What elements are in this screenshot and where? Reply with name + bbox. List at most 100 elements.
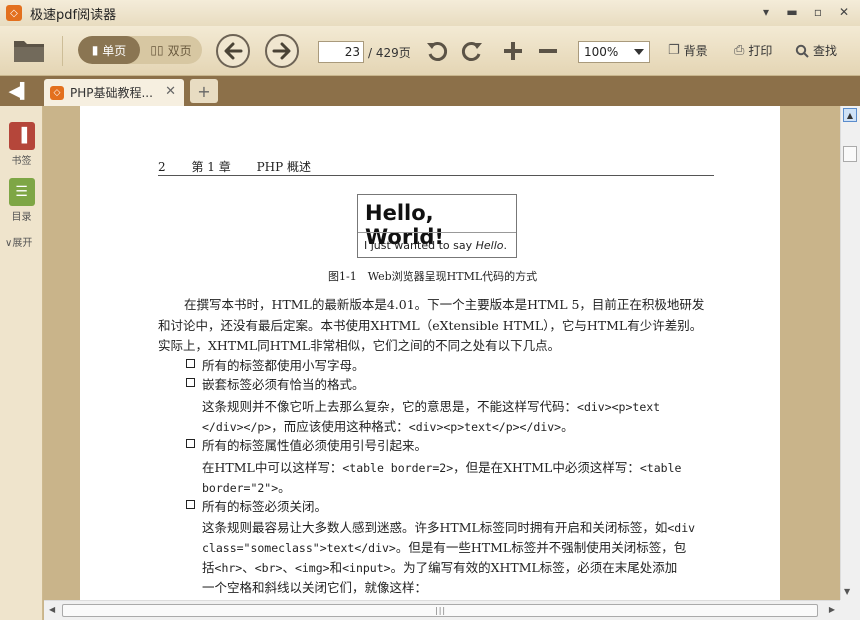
tab-bar: ◀▍ ◇ PHP基础教程... ✕ +: [0, 76, 860, 106]
figure-rule: [358, 232, 516, 233]
vertical-scrollbar[interactable]: ▲ ▼: [840, 106, 860, 600]
close-tab-icon[interactable]: ✕: [165, 84, 176, 99]
figure-caption: 图1-1 Web浏览器呈现HTML代码的方式: [328, 270, 538, 283]
window-controls: ▾ ▬ ▫ ✕: [756, 3, 854, 21]
chevron-down-icon: [634, 49, 644, 55]
bullet-text: 嵌套标签必须有恰当的格式。: [202, 377, 365, 392]
title-bar: ◇ 极速pdf阅读器 ▾ ▬ ▫ ✕: [0, 0, 860, 26]
bullet-detail-line: 一个空格和斜线以关闭它们，就像这样：: [202, 580, 428, 595]
bullet-detail-line: </div></p>，而应该使用这种格式：<div><p>text</p></d…: [202, 419, 574, 434]
single-page-icon: ▮: [91, 43, 99, 57]
tab-label: PHP基础教程...: [70, 86, 153, 100]
rotate-right-button[interactable]: [459, 38, 485, 64]
collapse-sidebar-button[interactable]: ◀▍: [0, 76, 40, 106]
zoom-select[interactable]: 100%: [578, 41, 650, 63]
plus-icon: [504, 42, 522, 60]
bullet-detail-line: border="2">。: [202, 480, 291, 495]
background-icon: ❐: [668, 43, 680, 58]
bullet-text: 所有的标签都使用小写字母。: [202, 358, 365, 373]
new-tab-button[interactable]: +: [190, 79, 218, 103]
plus-icon: +: [197, 81, 211, 101]
expand-label: 展开: [12, 238, 33, 249]
background-label: 背景: [683, 44, 708, 58]
pdf-logo-icon: ◇: [50, 85, 64, 100]
printer-icon: ⎙: [734, 43, 745, 58]
bullet-marker: [186, 378, 195, 387]
pdf-page: 2 第 1 章 PHP 概述 Hello, World! I just want…: [80, 106, 780, 600]
double-page-label: 双页: [167, 43, 192, 58]
header-title: PHP 概述: [256, 160, 311, 174]
toc-button[interactable]: ☰ 目录: [0, 178, 43, 223]
menu-dropdown-icon[interactable]: ▾: [756, 3, 776, 21]
horizontal-scrollbar[interactable]: ◀ ||| ▶: [44, 600, 840, 620]
back-arrow-icon: ◀▍: [8, 82, 32, 100]
bookmark-icon: ▐: [8, 122, 35, 150]
maximize-icon[interactable]: ▫: [808, 3, 828, 21]
page-total: / 429页: [368, 46, 411, 60]
print-button[interactable]: ⎙ 打印: [734, 42, 772, 59]
open-file-button[interactable]: [12, 35, 46, 65]
page-number-input[interactable]: [318, 41, 364, 63]
paragraph-line: 在撰写本书时，HTML的最新版本是4.01。下一个主要版本是HTML 5，目前正…: [184, 297, 705, 312]
rotate-left-button[interactable]: [424, 38, 450, 64]
close-icon[interactable]: ✕: [834, 3, 854, 21]
bullet-detail-line: 括<hr>、<br>、<img>和<input>。为了编写有效的XHTML标签，…: [202, 560, 678, 575]
double-page-icon: ▯▯: [150, 43, 164, 57]
bookmarks-button[interactable]: ▐ 书签: [0, 122, 43, 167]
scroll-left-icon[interactable]: ◀: [49, 605, 55, 614]
bullet-detail-line: 这条规则并不像它听上去那么复杂，它的意思是，不能这样写代码：<div><p>te…: [202, 399, 661, 414]
folder-icon: [14, 41, 44, 62]
page-view-toggle: ▮ 单页 ▯▯ 双页: [78, 36, 202, 64]
background-button[interactable]: ❐ 背景: [668, 42, 708, 59]
toolbar-divider: [62, 36, 63, 66]
bullet-text: 所有的标签属性值必须使用引号引起来。: [202, 438, 428, 453]
bullet-detail-line: class="someclass">text</div>。但是有一些HTML标签…: [202, 540, 687, 555]
minimize-icon[interactable]: ▬: [782, 3, 802, 21]
previous-page-button[interactable]: [216, 34, 250, 68]
single-page-button[interactable]: ▮ 单页: [78, 36, 140, 64]
double-page-button[interactable]: ▯▯ 双页: [140, 36, 202, 64]
zoom-out-button[interactable]: [535, 38, 561, 64]
minus-icon: [539, 49, 557, 53]
paragraph-line: 实际上，XHTML同HTML非常相似，它们之间的不同之处有以下几点。: [158, 338, 561, 353]
app-logo-icon: ◇: [6, 5, 22, 21]
document-viewport[interactable]: 2 第 1 章 PHP 概述 Hello, World! I just want…: [44, 106, 840, 600]
toc-icon: ☰: [8, 178, 35, 206]
zoom-in-button[interactable]: [500, 38, 526, 64]
page-header: 2 第 1 章 PHP 概述: [158, 158, 333, 175]
zoom-value: 100%: [584, 45, 619, 59]
bullet-detail-line: 这条规则最容易让大多数人感到迷惑。许多HTML标签同时拥有开启和关闭标签，如<d…: [202, 520, 696, 535]
toolbar: ▮ 单页 ▯▯ 双页 / 429页: [0, 26, 860, 76]
print-label: 打印: [748, 44, 773, 58]
vertical-scroll-thumb[interactable]: [843, 146, 857, 162]
grip-icon: |||: [435, 606, 447, 615]
figure-subtitle: I just wanted to say Hello.: [364, 239, 507, 252]
arrow-left-icon: [224, 42, 243, 60]
bullet-marker: [186, 439, 195, 448]
side-panel: ▐ 书签 ☰ 目录 ∨展开: [0, 106, 43, 620]
scroll-right-icon[interactable]: ▶: [829, 605, 835, 614]
search-label: 查找: [813, 44, 838, 58]
single-page-label: 单页: [102, 43, 127, 58]
paragraph-line: 和讨论中，还没有最后定案。本书使用XHTML（eXtensible HTML），…: [158, 318, 703, 333]
scroll-down-icon[interactable]: ▼: [844, 587, 850, 596]
figure-box: Hello, World! I just wanted to say Hello…: [357, 194, 517, 258]
app-title: 极速pdf阅读器: [30, 7, 117, 23]
bullet-marker: [186, 359, 195, 368]
search-button[interactable]: 查找: [795, 42, 837, 59]
bullet-marker: [186, 500, 195, 509]
header-rule: [158, 175, 714, 176]
tab-document[interactable]: ◇ PHP基础教程... ✕: [44, 79, 184, 106]
next-page-button[interactable]: [265, 34, 299, 68]
bookmarks-label: 书签: [11, 156, 32, 167]
header-chapter: 第 1 章: [191, 160, 231, 174]
scroll-up-icon[interactable]: ▲: [843, 108, 857, 122]
bullet-detail-line: 在HTML中可以这样写：<table border=2>，但是在XHTML中必须…: [202, 460, 682, 475]
bullet-text: 所有的标签必须关闭。: [202, 499, 328, 514]
rotate-left-icon: [427, 42, 448, 61]
search-icon: [795, 44, 809, 58]
horizontal-scroll-thumb[interactable]: |||: [62, 604, 818, 617]
toc-label: 目录: [11, 212, 32, 223]
expand-button[interactable]: ∨展开: [5, 234, 32, 249]
arrow-right-icon: [272, 42, 291, 60]
